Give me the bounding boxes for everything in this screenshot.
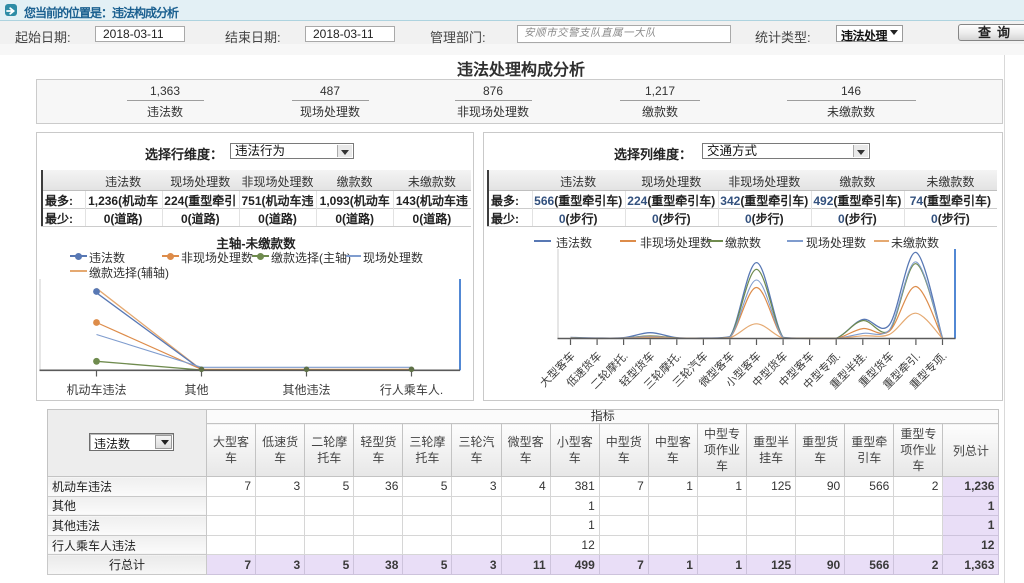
svg-text:其他违法: 其他违法 <box>282 383 330 397</box>
svg-text:机动车违法: 机动车违法 <box>66 382 126 397</box>
svg-text:行人乘车人.: 行人乘车人. <box>380 382 443 397</box>
svg-text:其他: 其他 <box>184 383 208 397</box>
